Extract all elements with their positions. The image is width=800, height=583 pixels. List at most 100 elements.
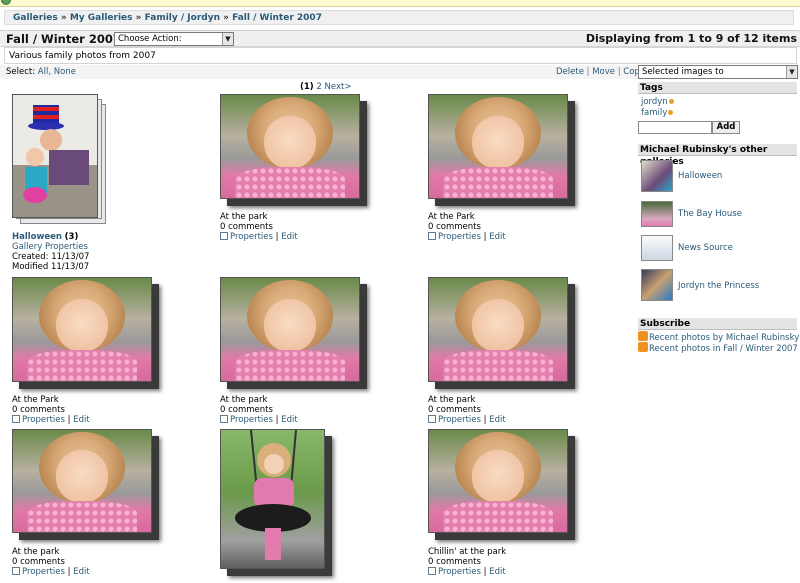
tag-item: jordyn: [641, 97, 674, 107]
next-page-link[interactable]: Next>: [325, 82, 352, 92]
add-tag-input[interactable]: [638, 121, 712, 134]
choose-action-select[interactable]: Choose Action: ▼: [114, 32, 234, 46]
select-checkbox[interactable]: [220, 232, 228, 240]
tag-link-family[interactable]: family: [641, 108, 667, 118]
photo-thumbnail[interactable]: [428, 94, 575, 206]
properties-link[interactable]: Properties: [230, 232, 273, 242]
separator: |: [483, 415, 487, 425]
gallery-properties-link[interactable]: Gallery Properties: [12, 242, 88, 252]
photo-caption: At the Park 0 comments Properties | Edit: [12, 395, 90, 425]
edit-link[interactable]: Edit: [73, 567, 89, 577]
breadcrumb-separator: »: [135, 13, 142, 23]
gallery-thumbnail-news-source[interactable]: [641, 235, 673, 261]
gallery-thumbnail-jordyn-princess[interactable]: [641, 269, 673, 301]
tag-item: family: [641, 108, 674, 118]
photo-caption: At the park 0 comments Properties | Edit: [12, 547, 90, 577]
swing-photo-art: [235, 430, 311, 560]
rss-feed-link[interactable]: Recent photos in Fall / Winter 2007: [649, 344, 798, 354]
select-controls: Select: All, None: [6, 67, 76, 77]
bulk-action-select[interactable]: Selected images to ▼: [638, 65, 798, 79]
photo-thumbnail[interactable]: [220, 94, 367, 206]
photo-comments: 0 comments: [428, 405, 481, 415]
photo-title: At the park: [12, 547, 60, 557]
delete-link[interactable]: Delete: [556, 67, 584, 77]
gallery-thumbnail-halloween[interactable]: [641, 160, 673, 192]
breadcrumb-my-galleries[interactable]: My Galleries: [70, 13, 133, 23]
remove-tag-icon[interactable]: [668, 110, 674, 115]
notice-bar: [0, 0, 800, 7]
gallery-caption: Halloween (3) Gallery Properties Created…: [12, 232, 89, 272]
photo: [428, 429, 568, 533]
photo-caption: At the Park 0 comments Properties | Edit: [428, 212, 506, 242]
select-checkbox[interactable]: [428, 232, 436, 240]
other-gallery-link[interactable]: News Source: [678, 243, 733, 253]
breadcrumb-galleries[interactable]: Galleries: [13, 13, 58, 23]
page-2-link[interactable]: 2: [316, 82, 321, 92]
photo: [428, 94, 568, 199]
photo-thumbnail-portrait[interactable]: [220, 429, 332, 576]
chevron-down-icon: ▼: [222, 33, 233, 45]
separator: |: [617, 67, 621, 77]
photo-title: At the Park: [12, 395, 59, 405]
move-link[interactable]: Move: [592, 67, 615, 77]
item-count-label: Displaying from 1 to 9 of 12 items: [585, 32, 797, 45]
bulk-operations: Delete | Move | Copy: [556, 67, 645, 77]
success-icon: [1, 0, 11, 5]
add-tag-button[interactable]: Add: [712, 121, 740, 134]
rss-feed-item: Recent photos in Fall / Winter 2007: [638, 342, 798, 354]
edit-link[interactable]: Edit: [489, 567, 505, 577]
select-checkbox[interactable]: [12, 415, 20, 423]
edit-link[interactable]: Edit: [489, 415, 505, 425]
select-checkbox[interactable]: [12, 567, 20, 575]
separator: |: [483, 567, 487, 577]
other-gallery-link[interactable]: Halloween: [678, 171, 722, 181]
breadcrumb-separator: »: [223, 13, 229, 23]
edit-link[interactable]: Edit: [489, 232, 505, 242]
remove-tag-icon[interactable]: [668, 99, 674, 104]
photo-comments: 0 comments: [428, 557, 481, 567]
tag-link-jordyn[interactable]: jordyn: [641, 97, 668, 107]
properties-link[interactable]: Properties: [22, 415, 65, 425]
gallery-thumbnail-bay-house[interactable]: [641, 201, 673, 227]
other-gallery-link[interactable]: The Bay House: [678, 209, 742, 219]
separator: |: [586, 67, 590, 77]
photo-thumbnail[interactable]: [428, 429, 575, 540]
edit-link[interactable]: Edit: [73, 415, 89, 425]
properties-link[interactable]: Properties: [230, 415, 273, 425]
select-all-link[interactable]: All,: [38, 67, 51, 77]
photo-caption: At the park 0 comments Properties | Edit: [428, 395, 506, 425]
gallery-title-link[interactable]: Halloween: [12, 232, 62, 242]
select-checkbox[interactable]: [220, 415, 228, 423]
separator: |: [275, 415, 279, 425]
select-none-link[interactable]: None: [54, 67, 76, 77]
photo-comments: 0 comments: [220, 222, 273, 232]
selection-toolbar: Select: All, None Delete | Move | Copy S…: [0, 65, 800, 79]
select-checkbox[interactable]: [428, 415, 436, 423]
edit-link[interactable]: Edit: [281, 415, 297, 425]
photo-thumbnail[interactable]: [220, 277, 367, 389]
breadcrumb-separator: »: [60, 13, 67, 23]
gallery-item-count: (3): [64, 232, 79, 242]
breadcrumb-family-jordyn[interactable]: Family / Jordyn: [145, 13, 220, 23]
photo-thumbnail[interactable]: [12, 277, 159, 389]
separator: |: [67, 567, 71, 577]
gallery-description: Various family photos from 2007: [4, 47, 797, 64]
photo-thumbnail[interactable]: [12, 429, 159, 540]
properties-link[interactable]: Properties: [438, 567, 481, 577]
modified-date: Modified 11/13/07: [12, 262, 90, 272]
select-label: Select:: [6, 67, 36, 77]
select-checkbox[interactable]: [428, 567, 436, 575]
breadcrumb-current-gallery[interactable]: Fall / Winter 2007: [232, 13, 322, 23]
page-title: Fall / Winter 2007: [6, 32, 121, 46]
properties-link[interactable]: Properties: [438, 415, 481, 425]
created-date: Created: 11/13/07: [12, 252, 90, 262]
gallery-photo: [12, 94, 98, 218]
properties-link[interactable]: Properties: [22, 567, 65, 577]
gallery-thumbnail-halloween[interactable]: [12, 94, 98, 218]
chevron-down-icon: ▼: [786, 66, 797, 78]
edit-link[interactable]: Edit: [281, 232, 297, 242]
photo-caption: At the park 0 comments Properties | Edit: [220, 212, 298, 242]
photo-thumbnail[interactable]: [428, 277, 575, 389]
other-gallery-link[interactable]: Jordyn the Princess: [678, 281, 759, 291]
properties-link[interactable]: Properties: [438, 232, 481, 242]
